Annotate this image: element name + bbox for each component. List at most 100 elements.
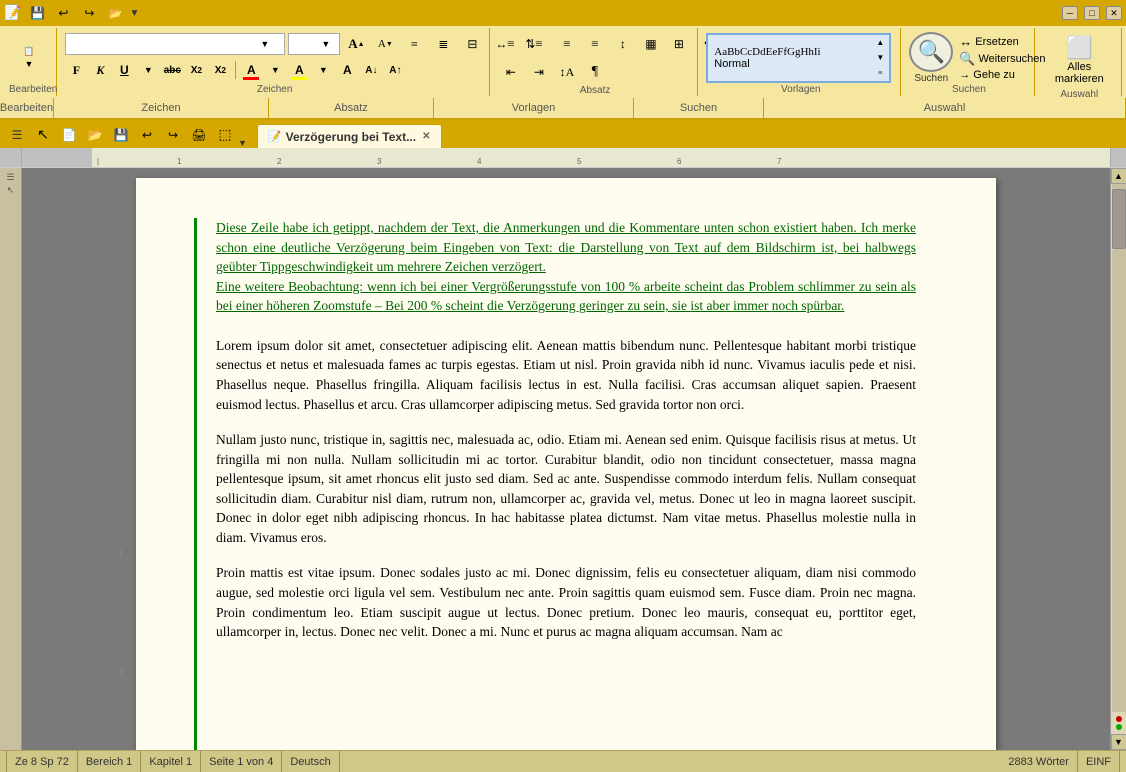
quick-access-bar: 📝 💾 ↩ ↪ 📂 ▼ ─ □ ✕ <box>0 0 1126 26</box>
font-size-field[interactable]: 10 ▼ <box>288 33 340 55</box>
gutter-2: 2 <box>118 668 124 679</box>
underline-dropdown[interactable]: ▼ <box>137 59 159 81</box>
toolbar-icon-print[interactable]: 🖨 <box>186 122 212 148</box>
superscript-btn[interactable]: X2 <box>209 59 231 81</box>
goto-label: Gehe zu <box>973 69 1015 81</box>
indent-inc-btn[interactable]: ⇥ <box>526 59 552 85</box>
style-scroll-down[interactable]: ▼ <box>876 53 884 62</box>
main-area: ☰ ↖ 1 2 3 Diese Zeile habe ich getippt, … <box>0 168 1126 750</box>
section-labels: Bearbeiten Zeichen Absatz Vorlagen Suche… <box>0 98 1126 120</box>
underline-btn[interactable]: U <box>113 59 135 81</box>
toolbar-icon-save[interactable]: 💾 <box>108 122 134 148</box>
font-size-input[interactable]: 10 <box>291 37 321 51</box>
highlight-dropdown[interactable]: ▼ <box>312 59 334 81</box>
para3: Proin mattis est vitae ipsum. Donec soda… <box>216 563 916 641</box>
sidebar-icon-1[interactable]: ☰ <box>6 172 14 183</box>
align-left-btn[interactable]: ≡ <box>498 31 524 57</box>
auswahl-label-sec: Auswahl <box>764 98 1126 118</box>
doc-tab-close[interactable]: ✕ <box>422 131 430 142</box>
tab-bar: ☰ ↖ 📄 📂 💾 ↩ ↪ 🖨 ⬚ ▼ 📝 Verzögerung bei Te… <box>0 120 1126 148</box>
toolbar-more-btn[interactable]: ▼ <box>238 138 247 148</box>
char-shrink-btn[interactable]: A↓ <box>360 59 382 81</box>
toolbar-icon-arrow[interactable]: ☰ <box>4 122 30 148</box>
scroll-dots <box>1116 712 1122 734</box>
para1: Lorem ipsum dolor sit amet, consectetuer… <box>216 336 916 414</box>
search-icon[interactable]: 🔍 <box>909 32 953 72</box>
goto-btn[interactable]: → Gehe zu <box>959 69 1045 81</box>
save-btn[interactable]: 💾 <box>27 3 47 23</box>
suchen-label-sec: Suchen <box>634 98 764 118</box>
status-bar: Ze 8 Sp 72 Bereich 1 Kapitel 1 Seite 1 v… <box>0 750 1126 772</box>
find-next-btn[interactable]: 🔍 Weitersuchen <box>959 51 1045 67</box>
minimize-btn[interactable]: ─ <box>1062 6 1078 20</box>
font-name-field[interactable]: Times New Roman ▼ <box>65 33 285 55</box>
maximize-btn[interactable]: □ <box>1084 6 1100 20</box>
document-area[interactable]: 1 2 3 Diese Zeile habe ich getippt, nach… <box>22 168 1110 750</box>
open-btn[interactable]: 📂 <box>105 3 125 23</box>
shrink-font-btn[interactable]: A▼ <box>372 31 398 57</box>
undo-btn[interactable]: ↩ <box>53 3 73 23</box>
list-btn1[interactable]: ≡ <box>401 31 427 57</box>
toolbar-icon-open[interactable]: 📂 <box>82 122 108 148</box>
font-color-btn[interactable]: A <box>240 59 262 81</box>
select-all-label: Alles markieren <box>1047 61 1112 85</box>
toolbar-icon-cursor2[interactable]: ⬚ <box>212 122 238 148</box>
sidebar-icon-2[interactable]: ↖ <box>7 185 15 196</box>
close-btn[interactable]: ✕ <box>1106 6 1122 20</box>
doc-content: Diese Zeile habe ich getippt, nachdem de… <box>216 218 916 642</box>
font-name-dropdown-btn[interactable]: ▼ <box>260 39 269 49</box>
bold-btn[interactable]: F <box>65 59 87 81</box>
right-scrollbar[interactable]: ▲ ▼ <box>1110 168 1126 750</box>
status-sprache: Deutsch <box>282 751 339 772</box>
toolbar-icon-cursor[interactable]: ↖ <box>30 122 56 148</box>
left-sidebar: ☰ ↖ <box>0 168 22 750</box>
status-bereich: Bereich 1 <box>78 751 141 772</box>
bearbeiten-label: Bearbeiten <box>0 98 54 118</box>
pilcrow-btn[interactable]: ¶ <box>582 59 608 85</box>
subscript-btn[interactable]: X2 <box>185 59 207 81</box>
font-name-input[interactable]: Times New Roman <box>70 37 260 51</box>
document-tab[interactable]: 📝 Verzögerung bei Text... ✕ <box>257 124 442 148</box>
shade-btn[interactable]: ▦ <box>638 31 664 57</box>
redo-btn[interactable]: ↪ <box>79 3 99 23</box>
green-text: Diese Zeile habe ich getippt, nachdem de… <box>216 220 916 313</box>
italic-btn[interactable]: K <box>89 59 111 81</box>
style-expand[interactable]: ≡ <box>878 68 883 77</box>
group-absatz: ≡ ≡ ≡ ≡ ↕ ▦ ⊞ ▼ ⇤ ⇥ ↕A ¶ Absatz <box>493 28 698 96</box>
char-grow-btn[interactable]: A↑ <box>384 59 406 81</box>
style-preview-name: Normal <box>714 58 883 70</box>
status-seite: Seite 1 von 4 <box>201 751 282 772</box>
more-btn[interactable]: ▼ <box>129 8 139 19</box>
toolbar-icon-new[interactable]: 📄 <box>56 122 82 148</box>
style-scroll-up[interactable]: ▲ <box>876 38 884 47</box>
align-justify-btn[interactable]: ≡ <box>582 31 608 57</box>
scrollbar-thumb[interactable] <box>1112 189 1126 249</box>
strikethrough-btn[interactable]: abc <box>161 59 183 81</box>
zeichen-label: Zeichen <box>54 98 269 118</box>
scrollbar-track[interactable] <box>1112 184 1126 712</box>
grow-font-btn[interactable]: A▲ <box>343 31 369 57</box>
toolbar-icon-undo[interactable]: ↩ <box>134 122 160 148</box>
status-einf: EINF <box>1078 751 1120 772</box>
clipboard-btn[interactable]: 📋▼ <box>9 34 49 82</box>
indent-dec-btn[interactable]: ⇤ <box>498 59 524 85</box>
list-btn2[interactable]: ≣ <box>430 31 456 57</box>
style-preview[interactable]: AaBbCcDdEeFfGgHhIi Normal ▲ ▼ ≡ <box>706 33 891 83</box>
toolbar-icon-redo[interactable]: ↪ <box>160 122 186 148</box>
font-size-dropdown-btn[interactable]: ▼ <box>321 39 330 49</box>
border-btn[interactable]: ⊞ <box>666 31 692 57</box>
font-color-dropdown[interactable]: ▼ <box>264 59 286 81</box>
scroll-down-btn[interactable]: ▼ <box>1111 734 1126 750</box>
replace-btn[interactable]: ↔ Ersetzen <box>959 34 1045 49</box>
left-margin-bar <box>194 218 197 750</box>
list-btn3[interactable]: ⊟ <box>459 31 485 57</box>
line-spacing-btn[interactable]: ↕ <box>610 31 636 57</box>
align-right-btn[interactable]: ≡ <box>554 31 580 57</box>
char-format-btn[interactable]: A <box>336 59 358 81</box>
select-all-btn[interactable]: ⬜ Alles markieren <box>1043 31 1116 89</box>
sort-btn[interactable]: ↕A <box>554 59 580 85</box>
highlight-btn[interactable]: A <box>288 59 310 81</box>
align-center-btn[interactable]: ≡ <box>526 31 552 57</box>
scroll-up-btn[interactable]: ▲ <box>1111 168 1126 184</box>
select-all-icon: ⬜ <box>1066 35 1093 61</box>
